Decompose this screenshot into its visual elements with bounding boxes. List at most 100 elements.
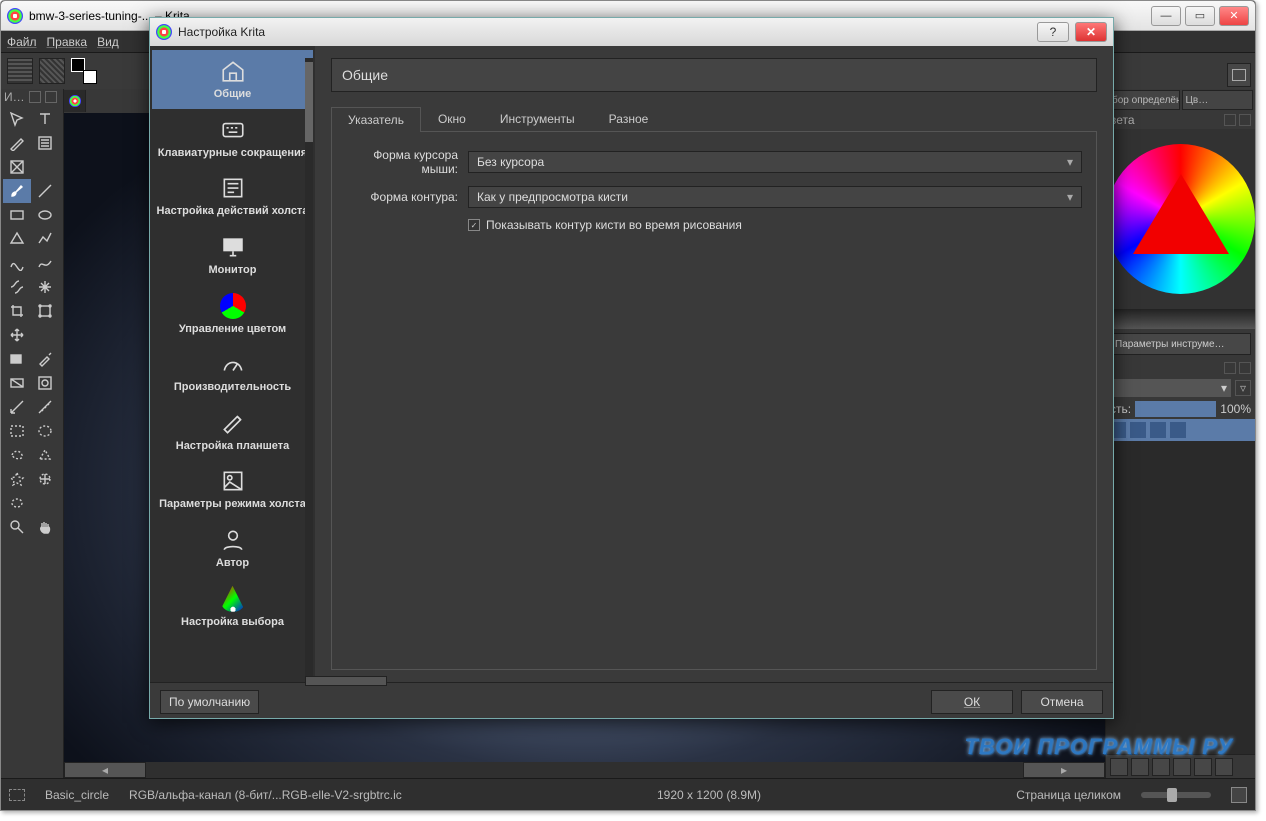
tool-dynamic-brush[interactable] (3, 275, 31, 299)
tool-calligraphy[interactable] (31, 131, 59, 155)
dialog-help-button[interactable]: ? (1037, 22, 1069, 42)
float-icon[interactable] (1224, 114, 1236, 126)
category-canvas-input[interactable]: Настройка действий холста (152, 167, 313, 226)
horizontal-scrollbar[interactable]: ◂ ▸ (64, 762, 1105, 778)
move-up-button[interactable] (1152, 758, 1170, 776)
pattern-swatch-2[interactable] (39, 58, 65, 84)
close-button[interactable]: ✕ (1219, 6, 1249, 26)
color-history-bar[interactable] (1106, 309, 1255, 329)
tool-gradient[interactable] (3, 371, 31, 395)
menu-file[interactable]: Файл (7, 35, 37, 49)
tab-tools[interactable]: Инструменты (483, 106, 592, 131)
cancel-button[interactable]: Отмена (1021, 690, 1103, 714)
layer-item[interactable] (1106, 419, 1255, 441)
tool-polyline[interactable] (31, 227, 59, 251)
zoom-mode-label[interactable]: Страница целиком (1016, 788, 1121, 802)
workspace-chooser-button[interactable] (1227, 63, 1251, 87)
pattern-swatch-1[interactable] (7, 58, 33, 84)
tool-options-button[interactable]: Параметры инструме… (1110, 333, 1251, 355)
tool-brush[interactable] (3, 179, 31, 203)
close-docker-icon[interactable] (45, 91, 57, 103)
layer-props-button[interactable] (1194, 758, 1212, 776)
tool-edit-shapes[interactable] (3, 131, 31, 155)
tool-multibrush[interactable] (31, 275, 59, 299)
close-panel-icon[interactable] (1239, 114, 1251, 126)
tool-select-bezier[interactable] (3, 491, 31, 515)
tool-fill[interactable] (3, 347, 31, 371)
minimize-button[interactable]: — (1151, 6, 1181, 26)
tab-cursor[interactable]: Указатель (331, 107, 421, 132)
tool-pattern[interactable] (3, 155, 31, 179)
category-canvas-only[interactable]: Параметры режима холста (152, 460, 313, 519)
delete-layer-button[interactable] (1215, 758, 1233, 776)
tool-zoom[interactable] (3, 515, 31, 539)
color-selector[interactable] (1106, 129, 1255, 309)
tool-move[interactable] (3, 107, 31, 131)
category-shortcuts[interactable]: Клавиатурные сокращения (152, 109, 313, 168)
blend-mode-select[interactable]: ▾ (1110, 379, 1231, 397)
tool-select-similar[interactable] (31, 467, 59, 491)
dialog-titlebar[interactable]: Настройка Krita ? ✕ (150, 18, 1113, 46)
menu-edit[interactable]: Правка (47, 35, 88, 49)
document-tab[interactable] (64, 90, 86, 112)
color-triangle-icon[interactable] (1133, 174, 1229, 254)
color-wheel-icon[interactable] (1106, 144, 1255, 294)
tool-freehand-path[interactable] (31, 251, 59, 275)
category-general[interactable]: Общие (152, 50, 313, 109)
tool-text[interactable] (31, 107, 59, 131)
tool-color-picker[interactable] (31, 347, 59, 371)
tool-line[interactable] (31, 179, 59, 203)
close-panel-icon[interactable] (1239, 362, 1251, 374)
tool-transform[interactable] (31, 299, 59, 323)
tool-polygon[interactable] (3, 227, 31, 251)
opacity-slider[interactable] (1135, 401, 1216, 417)
right-tab-1[interactable]: бор определён… (1108, 90, 1180, 110)
dialog-close-button[interactable]: ✕ (1075, 22, 1107, 42)
tool-move-layer[interactable] (3, 323, 31, 347)
tool-pan[interactable] (31, 515, 59, 539)
right-tab-2[interactable]: Цв… (1182, 90, 1254, 110)
defaults-button[interactable]: По умолчанию (160, 690, 259, 714)
outline-shape-select[interactable]: Как у предпросмотра кисти (468, 186, 1082, 208)
move-down-button[interactable] (1173, 758, 1191, 776)
tool-ellipse[interactable] (31, 203, 59, 227)
ok-button[interactable]: ОК (931, 690, 1013, 714)
add-layer-button[interactable] (1110, 758, 1128, 776)
layer-alpha-icon[interactable] (1150, 422, 1166, 438)
category-tablet[interactable]: Настройка планшета (152, 402, 313, 461)
tool-select-freehand[interactable] (3, 443, 31, 467)
layer-lock-icon[interactable] (1130, 422, 1146, 438)
category-selection[interactable]: Настройка выбора (152, 578, 313, 637)
menu-view[interactable]: Вид (97, 35, 119, 49)
filter-icon[interactable]: ▿ (1235, 380, 1251, 396)
category-performance[interactable]: Производительность (152, 343, 313, 402)
fg-bg-swatch[interactable] (71, 58, 97, 84)
tool-select-contiguous[interactable] (3, 467, 31, 491)
float-icon[interactable] (1224, 362, 1236, 374)
tool-smart-patch[interactable] (31, 371, 59, 395)
scroll-left-button[interactable]: ◂ (64, 762, 146, 778)
scrollbar-thumb[interactable] (305, 62, 313, 142)
tab-misc[interactable]: Разное (592, 106, 666, 131)
tab-window[interactable]: Окно (421, 106, 483, 131)
scroll-right-button[interactable]: ▸ (1023, 762, 1105, 778)
layer-vis-icon[interactable] (1170, 422, 1186, 438)
category-display[interactable]: Монитор (152, 226, 313, 285)
tool-crop[interactable] (3, 299, 31, 323)
float-icon[interactable] (29, 91, 41, 103)
show-outline-checkbox[interactable]: ✓ Показывать контур кисти во время рисов… (468, 218, 1082, 232)
duplicate-layer-button[interactable] (1131, 758, 1149, 776)
category-scrollbar[interactable] (305, 58, 313, 686)
tool-assistant[interactable] (3, 395, 31, 419)
tool-measure[interactable] (31, 395, 59, 419)
maximize-button[interactable]: ▭ (1185, 6, 1215, 26)
cursor-shape-select[interactable]: Без курсора (468, 151, 1082, 173)
scroll-track[interactable] (146, 762, 1023, 778)
tool-rectangle[interactable] (3, 203, 31, 227)
canvas-map-button[interactable] (1231, 787, 1247, 803)
category-author[interactable]: Автор (152, 519, 313, 578)
scroll-down-button[interactable] (305, 676, 387, 686)
category-color-management[interactable]: Управление цветом (152, 285, 313, 344)
tool-select-polygon[interactable] (31, 443, 59, 467)
tool-select-ellipse[interactable] (31, 419, 59, 443)
